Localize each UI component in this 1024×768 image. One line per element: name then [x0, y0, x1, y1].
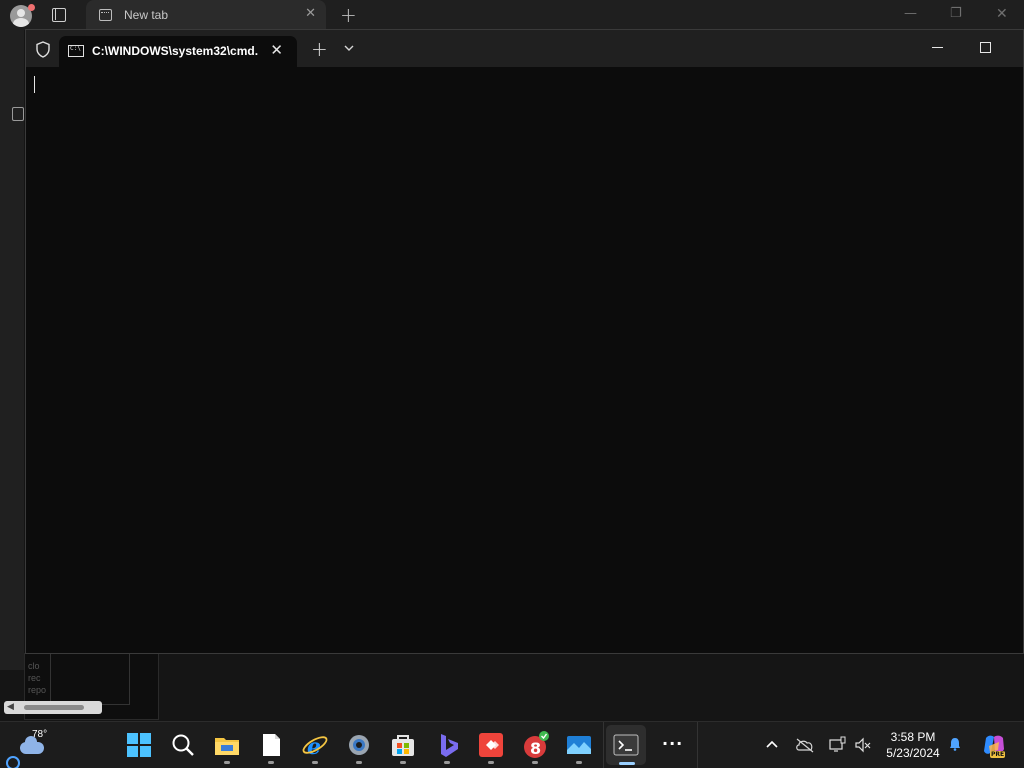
browser-text-line: clo — [28, 661, 40, 671]
more-apps-button[interactable]: ··· — [662, 734, 683, 753]
notification-bell-icon[interactable] — [949, 737, 961, 751]
partly-cloudy-icon — [20, 736, 44, 754]
text-cursor — [34, 76, 35, 93]
store-icon[interactable] — [388, 730, 418, 760]
running-indicator — [444, 761, 450, 764]
terminal-new-tab-button[interactable]: + — [311, 37, 328, 61]
browser-text-fragment: clo rec repo — [28, 660, 46, 696]
terminal-window: C:\WINDOWS\system32\cmd. ✕ + — [25, 29, 1024, 654]
svg-text:8: 8 — [530, 739, 541, 758]
desktop: New tab ✕ + — ❐ ✕ clo rec repo ◀ C:\ C:\… — [0, 0, 1024, 768]
folder-icon[interactable] — [212, 730, 242, 760]
clock-time: 3:58 PM — [890, 730, 936, 744]
browser-minimize-button[interactable]: — — [904, 6, 917, 21]
terminal-tab-close-icon[interactable]: ✕ — [270, 41, 283, 59]
running-indicator — [576, 761, 582, 764]
browser-tab-strip: New tab ✕ + — ❐ ✕ — [0, 0, 1024, 30]
horizontal-scrollbar[interactable]: ◀ — [4, 701, 102, 714]
notification-dot — [28, 4, 35, 11]
terminal-icon[interactable] — [611, 730, 641, 760]
clock-date: 5/23/2024 — [886, 746, 940, 760]
running-indicator — [400, 761, 406, 764]
bing-icon[interactable] — [432, 730, 462, 760]
browser-sidebar — [0, 30, 24, 670]
taskbar-divider — [697, 722, 698, 768]
scrollbar-thumb[interactable] — [24, 705, 84, 710]
browser-restore-button[interactable]: ❐ — [950, 6, 962, 21]
running-indicator — [268, 761, 274, 764]
clock[interactable]: 3:58 PM 5/23/2024 — [878, 729, 948, 761]
search-highlight-icon — [6, 756, 20, 768]
weather-temperature: 78° — [32, 729, 48, 740]
admin-shield-icon — [36, 41, 50, 58]
chevron-up-icon[interactable] — [765, 739, 779, 749]
browser-content-fragment-inner — [50, 653, 130, 705]
chevron-down-icon[interactable] — [343, 42, 355, 54]
browser-text-line: rec — [28, 673, 41, 683]
internet-explorer-icon[interactable]: e — [300, 730, 330, 760]
preview-badge: PRE — [990, 751, 1006, 758]
browser-text-line: repo — [28, 685, 47, 695]
terminal-maximize-button[interactable] — [980, 42, 991, 53]
running-indicator — [224, 761, 230, 764]
running-indicator — [488, 761, 494, 764]
terminal-output-area[interactable] — [26, 67, 1023, 653]
document-icon[interactable] — [256, 730, 286, 760]
search-icon[interactable] — [168, 730, 198, 760]
tab-actions-icon[interactable] — [52, 8, 66, 22]
onedrive-offline-icon[interactable] — [795, 737, 815, 753]
weather-widget[interactable]: 78° — [6, 728, 74, 768]
gear-icon[interactable] — [344, 730, 374, 760]
windows-logo-icon[interactable] — [124, 730, 154, 760]
anydesk-icon[interactable] — [476, 730, 506, 760]
sidebar-page-icon[interactable] — [12, 107, 24, 121]
browser-tab[interactable]: New tab ✕ — [86, 0, 326, 30]
new-tab-page-icon — [99, 9, 112, 21]
scroll-left-icon[interactable]: ◀ — [7, 702, 14, 712]
terminal-minimize-button[interactable] — [932, 47, 943, 48]
speaker-muted-icon[interactable] — [854, 736, 872, 754]
display-icon[interactable] — [828, 736, 846, 754]
terminal-tab[interactable]: C:\WINDOWS\system32\cmd. ✕ — [59, 36, 297, 67]
terminal-tab-title: C:\WINDOWS\system32\cmd. — [92, 44, 259, 58]
running-indicator — [312, 761, 318, 764]
running-indicator — [532, 761, 538, 764]
active-indicator — [619, 762, 635, 765]
taskbar-divider — [603, 722, 604, 768]
browser-tab-title: New tab — [124, 8, 169, 22]
photos-icon[interactable] — [564, 730, 594, 760]
terminal-titlebar[interactable]: C:\WINDOWS\system32\cmd. ✕ + — [26, 30, 1023, 67]
browser-close-button[interactable]: ✕ — [996, 6, 1008, 22]
cmd-icon — [68, 45, 84, 57]
browser-tab-close-icon[interactable]: ✕ — [305, 6, 316, 21]
app-8-icon[interactable]: 8 — [520, 730, 550, 760]
browser-new-tab-button[interactable]: + — [340, 3, 357, 27]
taskbar: 78° e 8 ··· 3:58 PM 5/23/2024 PRE — [0, 721, 1024, 768]
running-indicator — [356, 761, 362, 764]
